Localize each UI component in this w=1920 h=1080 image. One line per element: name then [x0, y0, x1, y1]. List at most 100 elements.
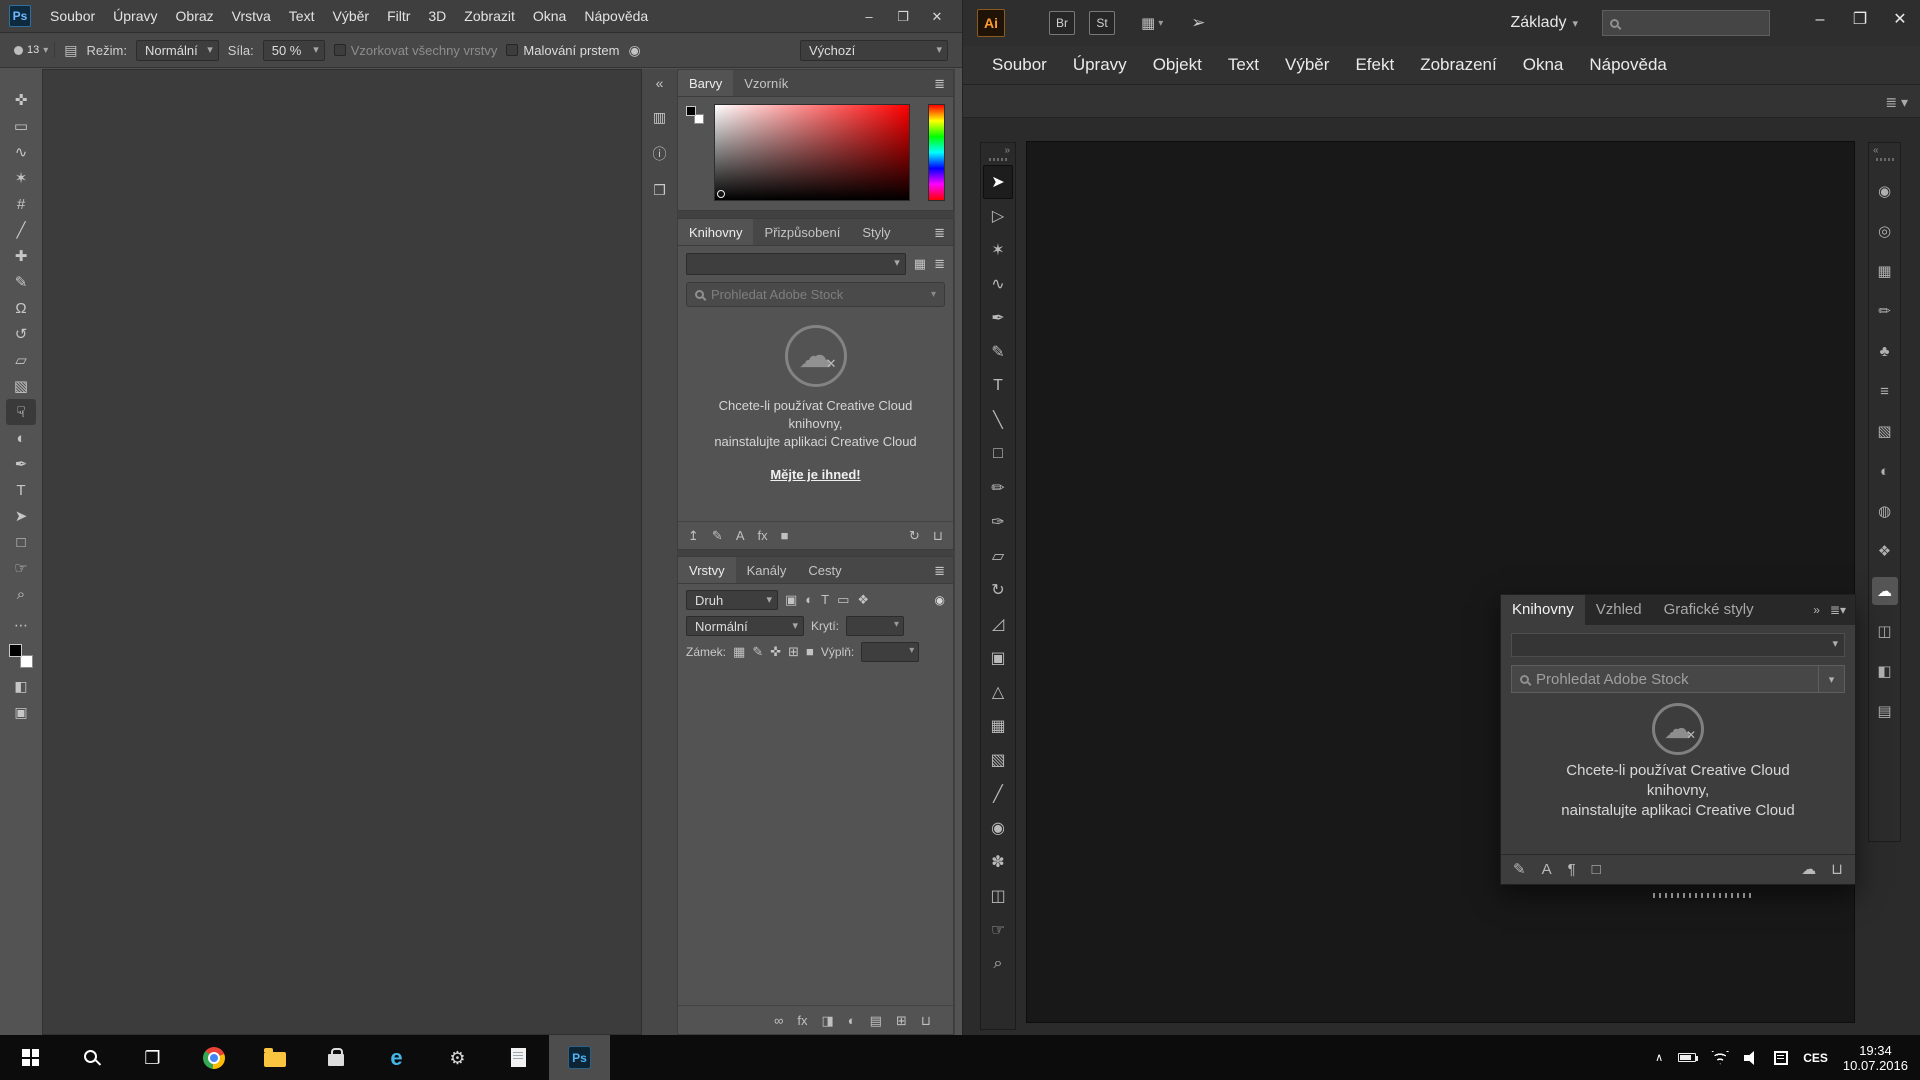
menu-item[interactable]: Soubor: [979, 46, 1060, 84]
foreground-color-swatch[interactable]: [686, 106, 696, 116]
scale-tool[interactable]: ◿: [983, 607, 1013, 641]
link-layers-icon[interactable]: ∞: [774, 1014, 783, 1027]
layers-panel-icon[interactable]: ▤: [1872, 697, 1898, 725]
crop-tool[interactable]: #: [6, 191, 36, 217]
healing-brush-tool[interactable]: ✚: [6, 243, 36, 269]
marquee-tool[interactable]: ▭: [6, 113, 36, 139]
store-button[interactable]: [305, 1035, 366, 1080]
sync-icon[interactable]: ↻: [909, 529, 920, 542]
menu-item[interactable]: Filtr: [378, 0, 419, 33]
help-search-input[interactable]: [1602, 10, 1770, 36]
brushes-panel-icon[interactable]: ✏: [1872, 297, 1898, 325]
menu-item[interactable]: Objekt: [1140, 46, 1215, 84]
menu-item[interactable]: Text: [280, 0, 324, 33]
share-icon[interactable]: ➢: [1191, 13, 1205, 33]
library-select[interactable]: [1511, 633, 1845, 657]
filter-pixel-icon[interactable]: ▣: [785, 592, 797, 608]
mini-color-swatches[interactable]: [685, 105, 705, 125]
wifi-icon[interactable]: [1711, 1051, 1729, 1065]
mesh-tool[interactable]: ▦: [983, 709, 1013, 743]
quick-selection-tool[interactable]: ✶: [6, 165, 36, 191]
search-options-button[interactable]: ▾: [1819, 665, 1845, 693]
panel-tab[interactable]: Grafické styly: [1653, 595, 1765, 625]
filter-type-icon[interactable]: T: [821, 592, 829, 608]
close-button[interactable]: ✕: [1880, 0, 1920, 40]
color-panel-icon[interactable]: ◉: [1872, 177, 1898, 205]
tool-preset-select[interactable]: Výchozí: [800, 40, 948, 61]
filter-shape-icon[interactable]: ▭: [837, 592, 849, 608]
panel-tab[interactable]: Knihovny: [1501, 595, 1585, 625]
menu-item[interactable]: Efekt: [1342, 46, 1407, 84]
quick-mask-icon[interactable]: ◧: [14, 678, 27, 695]
color-guide-panel-icon[interactable]: ◎: [1872, 217, 1898, 245]
panel-tab[interactable]: Kanály: [736, 557, 798, 583]
volume-icon[interactable]: [1744, 1051, 1759, 1065]
lock-move-icon[interactable]: ✜: [770, 644, 781, 660]
brush-preset-picker[interactable]: 13 ▾: [8, 42, 55, 58]
task-view-button[interactable]: ❐: [122, 1035, 183, 1080]
transparency-panel-icon[interactable]: ◐: [1872, 457, 1898, 485]
maximize-button[interactable]: ❐: [886, 0, 920, 33]
expand-toolbar-icon[interactable]: »: [981, 143, 1015, 156]
info-panel-icon[interactable]: ⓘ: [653, 144, 667, 164]
panel-tab[interactable]: Vzorník: [733, 70, 799, 96]
notepad-button[interactable]: [488, 1035, 549, 1080]
saturation-square[interactable]: [714, 104, 910, 201]
lock-transparency-icon[interactable]: ▦: [733, 644, 745, 660]
magic-wand-tool[interactable]: ✶: [983, 233, 1013, 267]
horizontal-scrollbar[interactable]: [1653, 893, 1753, 898]
swatches-panel-icon[interactable]: ▦: [1872, 257, 1898, 285]
blob-brush-tool[interactable]: ✑: [983, 505, 1013, 539]
search-button[interactable]: [61, 1035, 122, 1080]
delete-icon[interactable]: ⊔: [1831, 862, 1843, 877]
pencil-tool[interactable]: ✎: [983, 335, 1013, 369]
menu-item[interactable]: Nápověda: [575, 0, 657, 33]
brush-tool[interactable]: ✎: [6, 269, 36, 295]
histogram-panel-icon[interactable]: ▥: [653, 109, 666, 126]
gradient-panel-icon[interactable]: ▧: [1872, 417, 1898, 445]
menu-item[interactable]: Výběr: [323, 0, 378, 33]
blend-tool[interactable]: ◉: [983, 811, 1013, 845]
layer-style-icon[interactable]: fx: [797, 1014, 807, 1027]
add-graphic-icon[interactable]: ↥: [688, 529, 699, 542]
hue-slider[interactable]: [928, 104, 945, 201]
edge-button[interactable]: e: [366, 1035, 427, 1080]
rectangle-tool[interactable]: □: [6, 529, 36, 555]
menu-item[interactable]: Okna: [1510, 46, 1577, 84]
hidden-icons-chevron[interactable]: ∧: [1655, 1051, 1663, 1064]
fill-input[interactable]: [861, 642, 919, 662]
settings-button[interactable]: ⚙: [427, 1035, 488, 1080]
rotate-tool[interactable]: ↻: [983, 573, 1013, 607]
add-brush-icon[interactable]: ✎: [1513, 862, 1526, 877]
close-button[interactable]: ✕: [920, 0, 954, 33]
clone-source-panel-icon[interactable]: ❒: [653, 182, 666, 199]
language-indicator[interactable]: CES: [1803, 1051, 1828, 1065]
paintbrush-tool[interactable]: ✏: [983, 471, 1013, 505]
menu-item[interactable]: Obraz: [167, 0, 223, 33]
action-center-icon[interactable]: [1774, 1051, 1788, 1065]
start-button[interactable]: [0, 1035, 61, 1080]
eyedropper-tool[interactable]: ╱: [983, 777, 1013, 811]
menu-item[interactable]: Úpravy: [104, 0, 166, 33]
delete-layer-icon[interactable]: ⊔: [921, 1014, 931, 1027]
zoom-tool[interactable]: ⌕: [6, 581, 36, 607]
toggle-brush-panel-icon[interactable]: ▤: [64, 42, 77, 59]
dock-grip[interactable]: [1876, 158, 1894, 161]
control-bar-menu-icon[interactable]: ≣ ▾: [1885, 85, 1908, 119]
list-view-icon[interactable]: ≣: [934, 256, 945, 272]
clone-stamp-tool[interactable]: Ω: [6, 295, 36, 321]
graphic-styles-panel-icon[interactable]: ❖: [1872, 537, 1898, 565]
workspace-switcher[interactable]: Základy ▾: [1510, 14, 1578, 32]
finger-painting-checkbox[interactable]: Malování prstem: [506, 43, 619, 58]
path-selection-tool[interactable]: ➤: [6, 503, 36, 529]
foreground-background-swatches[interactable]: [8, 643, 34, 669]
strength-select[interactable]: 50 %: [263, 40, 325, 61]
stock-button[interactable]: St: [1089, 11, 1115, 35]
lock-artboard-icon[interactable]: ⊞: [788, 644, 799, 660]
add-brush-icon[interactable]: ✎: [712, 529, 723, 542]
direct-selection-tool[interactable]: ▷: [983, 199, 1013, 233]
new-group-icon[interactable]: ▤: [870, 1014, 882, 1027]
file-explorer-button[interactable]: [244, 1035, 305, 1080]
collapse-panels-icon[interactable]: «: [656, 75, 664, 91]
smudge-tool[interactable]: ☟: [6, 399, 36, 425]
